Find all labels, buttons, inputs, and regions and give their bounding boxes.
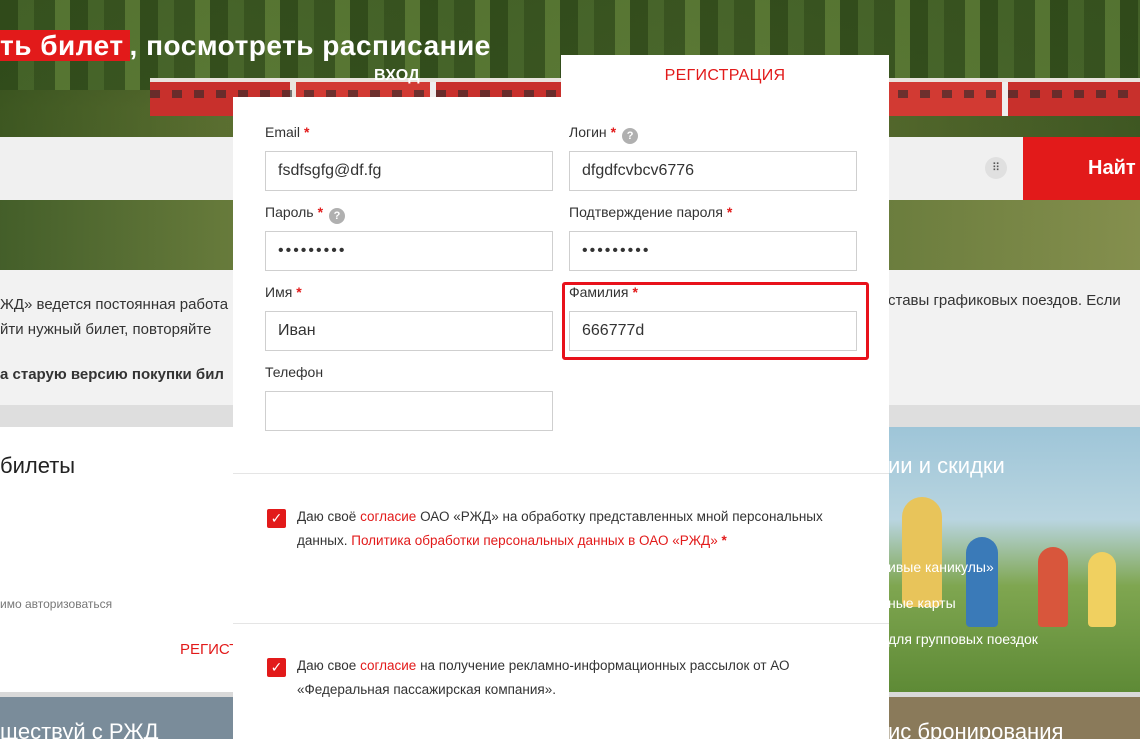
bottom-left-banner: ществуй с РЖД: [0, 697, 233, 739]
bottom-left-text: ществуй с РЖД: [0, 719, 159, 739]
first-name-input[interactable]: Иван: [265, 311, 553, 351]
notice-line-1: ЖД» ведется постоянная работа: [0, 296, 229, 313]
email-field: Email * fsdfsgfg@df.fg: [265, 122, 553, 191]
password-label-text: Пароль: [265, 204, 314, 220]
error-highlight-box: [562, 282, 869, 360]
required-mark: *: [717, 533, 727, 548]
photo-child: [966, 537, 998, 627]
required-mark: *: [304, 124, 310, 140]
discounts-item[interactable]: ивые каникулы»: [888, 559, 994, 575]
tickets-card-title: билеты: [0, 453, 76, 478]
phone-input[interactable]: [265, 391, 553, 431]
login-label-text: Логин: [569, 124, 607, 140]
login-input[interactable]: dfgdfcvbcv6776: [569, 151, 857, 191]
tickets-card: билеты имо авторизоваться РЕГИСТ: [0, 427, 238, 692]
photo-child: [1088, 552, 1116, 627]
search-button[interactable]: Найт: [1023, 137, 1140, 200]
required-mark: *: [610, 124, 617, 140]
password-confirm-input[interactable]: •••••••••: [569, 231, 857, 271]
tickets-card-note: имо авторизоваться: [0, 597, 113, 611]
discounts-item[interactable]: для групповых поездок: [888, 631, 1038, 647]
bottom-right-banner: ис бронирования: [888, 697, 1140, 739]
notice-text-right: ставы графиковых поездов. Если: [888, 292, 1121, 309]
discounts-card-title: ии и скидки: [888, 453, 1005, 478]
consent-text-part: Даю своё: [297, 509, 361, 524]
grid-icon[interactable]: ⠿: [985, 157, 1007, 179]
first-name-field: Имя * Иван: [265, 282, 553, 351]
tickets-card-register-link[interactable]: РЕГИСТ: [180, 641, 238, 658]
password-input[interactable]: •••••••••: [265, 231, 553, 271]
phone-field: Телефон: [265, 362, 553, 431]
notice-line-2: йти нужный билет, повторяйте: [0, 321, 212, 338]
photo-child: [902, 497, 942, 607]
hero-title-highlight: ть билет: [0, 30, 130, 61]
email-label: Email *: [265, 122, 553, 142]
email-input[interactable]: fsdfsgfg@df.fg: [265, 151, 553, 191]
first-name-label-text: Имя: [265, 284, 293, 300]
required-mark: *: [317, 204, 324, 220]
login-label: Логин *?: [569, 122, 857, 144]
password-confirm-field: Подтверждение пароля * •••••••••: [569, 202, 857, 271]
password-field: Пароль *? •••••••••: [265, 202, 553, 271]
consent-text-part: Даю свое: [297, 658, 361, 673]
login-field: Логин *? dfgdfcvbcv6776: [569, 122, 857, 191]
tab-register[interactable]: РЕГИСТРАЦИЯ: [561, 55, 889, 98]
password-confirm-label-text: Подтверждение пароля: [569, 204, 723, 220]
help-icon[interactable]: ?: [622, 128, 639, 144]
discounts-item[interactable]: ные карты: [888, 595, 956, 611]
photo-child: [1038, 547, 1068, 627]
consent-link[interactable]: согласие: [360, 658, 416, 673]
form-divider: [233, 623, 889, 624]
first-name-label: Имя *: [265, 282, 553, 302]
password-label: Пароль *?: [265, 202, 553, 224]
personal-data-checkbox[interactable]: ✓: [267, 509, 286, 528]
phone-label: Телефон: [265, 364, 324, 380]
discounts-card: ии и скидки ивые каникулы» ные карты для…: [888, 427, 1140, 692]
marketing-checkbox[interactable]: ✓: [267, 658, 286, 677]
tab-login[interactable]: ВХОД: [233, 55, 561, 97]
required-mark: *: [296, 284, 302, 300]
email-label-text: Email: [265, 124, 301, 140]
old-version-link[interactable]: а старую версию покупки бил: [0, 366, 224, 383]
privacy-policy-link[interactable]: Политика обработки персональных данных в…: [351, 533, 717, 548]
bottom-right-text: ис бронирования: [888, 719, 1064, 739]
required-mark: *: [726, 204, 733, 220]
personal-data-consent-text: Даю своё согласие ОАО «РЖД» на обработку…: [297, 505, 857, 553]
consent-link[interactable]: согласие: [360, 509, 416, 524]
marketing-consent-text: Даю свое согласие на получение рекламно-…: [297, 654, 857, 702]
help-icon[interactable]: ?: [329, 208, 346, 224]
form-divider: [233, 473, 889, 474]
notice-text: ЖД» ведется постоянная работа йти нужный…: [0, 292, 228, 342]
password-confirm-label: Подтверждение пароля *: [569, 202, 857, 222]
